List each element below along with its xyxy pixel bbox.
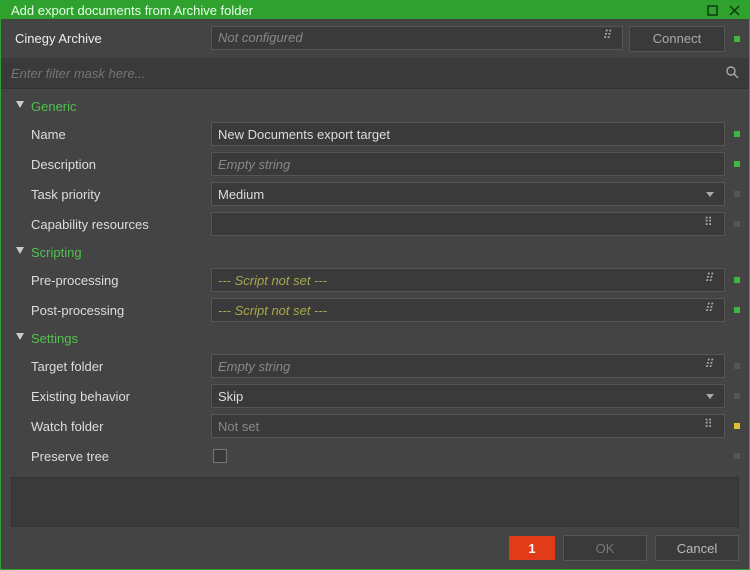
post-processing-browse-button[interactable] [702,303,718,318]
existing-behavior-select[interactable]: Skip [211,384,725,408]
row-capability-resources: Capability resources [1,209,749,239]
preserve-tree-checkbox[interactable] [213,449,227,463]
label-existing-behavior: Existing behavior [11,389,211,404]
description-input[interactable]: Empty string [211,152,725,176]
window-title: Add export documents from Archive folder [11,3,699,18]
chevron-down-icon [705,391,715,401]
watch-folder-browse-button[interactable] [702,419,718,434]
browse-icon [704,359,716,371]
row-existing-behavior: Existing behavior Skip [1,381,749,411]
row-description: Description Empty string [1,149,749,179]
pre-processing-browse-button[interactable] [702,273,718,288]
group-header-generic[interactable]: Generic [1,93,749,119]
label-pre-processing: Pre-processing [11,273,211,288]
status-indicator [734,191,740,197]
watch-folder-input[interactable]: Not set [211,414,725,438]
post-processing-placeholder: --- Script not set --- [218,303,702,318]
row-task-priority: Task priority Medium [1,179,749,209]
group-header-settings[interactable]: Settings [1,325,749,351]
status-indicator [734,277,740,283]
status-indicator [734,161,740,167]
post-processing-input[interactable]: --- Script not set --- [211,298,725,322]
label-target-folder: Target folder [11,359,211,374]
status-indicator [734,393,740,399]
capability-resources-input[interactable] [211,212,725,236]
collapse-icon [15,246,27,258]
label-task-priority: Task priority [11,187,211,202]
dropdown-button[interactable] [702,389,718,404]
maximize-icon [707,5,718,16]
description-panel [11,477,739,527]
status-indicator [734,423,740,429]
name-input-text[interactable] [218,127,718,142]
connect-button[interactable]: Connect [629,26,725,52]
archive-path-input[interactable]: Not configured [211,26,623,50]
pre-processing-placeholder: --- Script not set --- [218,273,702,288]
capability-browse-button[interactable] [702,217,718,232]
browse-icon [704,419,716,431]
task-priority-select[interactable]: Medium [211,182,725,206]
browse-icon [602,30,614,42]
label-preserve-tree: Preserve tree [11,449,211,464]
status-indicator [734,36,740,42]
row-pre-processing: Pre-processing --- Script not set --- [1,265,749,295]
browse-icon [704,273,716,285]
group-header-scripting[interactable]: Scripting [1,239,749,265]
label-post-processing: Post-processing [11,303,211,318]
status-indicator [734,221,740,227]
label-name: Name [11,127,211,142]
error-count-badge[interactable]: 1 [509,536,555,560]
collapse-icon [15,100,27,112]
group-title-settings: Settings [31,331,78,346]
row-name: Name [1,119,749,149]
row-target-folder: Target folder Empty string [1,351,749,381]
existing-behavior-value: Skip [218,389,702,404]
property-grid: Generic Name Description Empty string Ta… [1,89,749,527]
search-button[interactable] [723,65,741,82]
filter-input[interactable] [11,66,723,81]
archive-path-value: Not configured [218,30,600,45]
dialog-content: Cinegy Archive Not configured Connect Ge… [1,19,749,569]
close-icon [729,5,740,16]
label-watch-folder: Watch folder [11,419,211,434]
target-folder-placeholder: Empty string [218,359,702,374]
row-preserve-tree: Preserve tree [1,441,749,471]
description-placeholder: Empty string [218,157,290,172]
name-input[interactable] [211,122,725,146]
dialog-window: Add export documents from Archive folder… [0,0,750,570]
collapse-icon [15,332,27,344]
dropdown-button[interactable] [702,187,718,202]
row-watch-folder: Watch folder Not set [1,411,749,441]
archive-label: Cinegy Archive [11,31,211,46]
maximize-button[interactable] [703,1,721,19]
group-title-scripting: Scripting [31,245,82,260]
ok-button[interactable]: OK [563,535,647,561]
titlebar: Add export documents from Archive folder [1,1,749,19]
status-indicator [734,307,740,313]
status-indicator [734,131,740,137]
row-post-processing: Post-processing --- Script not set --- [1,295,749,325]
archive-browse-button[interactable] [600,30,616,45]
filter-bar [1,59,749,89]
chevron-down-icon [705,189,715,199]
status-indicator [734,363,740,369]
target-folder-input[interactable]: Empty string [211,354,725,378]
browse-icon [704,217,716,229]
browse-icon [704,303,716,315]
group-title-generic: Generic [31,99,77,114]
label-capability-resources: Capability resources [11,217,211,232]
watch-folder-placeholder: Not set [218,419,702,434]
label-description: Description [11,157,211,172]
task-priority-value: Medium [218,187,702,202]
status-indicator [734,453,740,459]
dialog-footer: 1 OK Cancel [1,527,749,569]
pre-processing-input[interactable]: --- Script not set --- [211,268,725,292]
close-button[interactable] [725,1,743,19]
search-icon [725,65,739,79]
target-folder-browse-button[interactable] [702,359,718,374]
archive-connection-row: Cinegy Archive Not configured Connect [1,19,749,59]
cancel-button[interactable]: Cancel [655,535,739,561]
